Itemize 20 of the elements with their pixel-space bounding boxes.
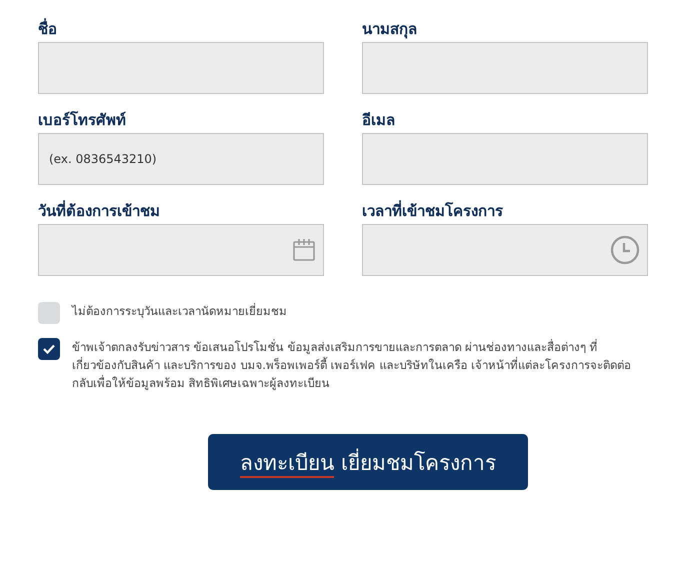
input-field[interactable]	[362, 42, 648, 94]
field-label: นามสกุล	[362, 19, 417, 40]
checkbox[interactable]	[38, 302, 60, 324]
calendar-icon[interactable]	[292, 238, 316, 262]
checkbox-label: ไม่ต้องการระบุวันและเวลานัดหมายเยี่ยมชม	[72, 302, 287, 320]
date-field[interactable]	[38, 224, 324, 276]
clock-icon[interactable]	[610, 235, 640, 265]
input-field[interactable]	[38, 42, 324, 94]
register-button[interactable]: ลงทะเบียน เยี่ยมชมโครงการ	[208, 434, 528, 490]
time-field[interactable]	[362, 224, 648, 276]
input-field[interactable]	[362, 133, 648, 185]
checkbox-label: ข้าพเจ้าตกลงรับข่าวสาร ข้อเสนอโปรโมชั่น ข้อมูลส่งเสริมการขายและการตลาด ผ่านช่องทางและสื่อต่างๆ ที่เกี่ยวข้องกับสินค้า และบริการของ บมจ.พร็อพเพอร์ตี้ เพอร์เฟค และบริษัทในเครือ เจ้าหน้าที่แต่ละโครงการจะติดต่อกลับเพื่อให้ข้อมูลพร้อม สิทธิพิเศษเฉพาะผู้ลงทะเบียน	[72, 338, 632, 392]
field-label: วันที่ต้องการเข้าชม	[38, 199, 160, 222]
field-label: เวลาที่เข้าชมโครงการ	[362, 199, 503, 222]
checkbox[interactable]	[38, 338, 60, 360]
check-icon	[42, 343, 56, 355]
field-label: อีเมล	[362, 110, 395, 131]
input-field[interactable]: (ex. 0836543210)	[38, 133, 324, 185]
field-label: เบอร์โทรศัพท์	[38, 110, 126, 131]
field-label: ชื่อ	[38, 17, 57, 40]
